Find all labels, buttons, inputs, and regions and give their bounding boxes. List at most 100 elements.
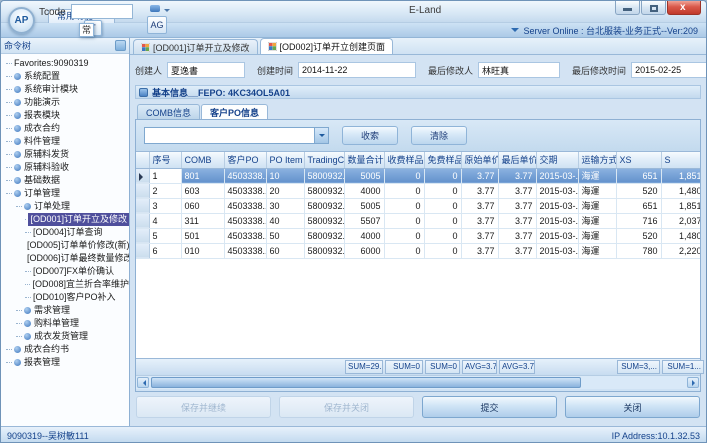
cell[interactable]: 3.77	[498, 168, 536, 183]
cell[interactable]: 2	[149, 183, 181, 198]
subtab[interactable]: 客户PO信息	[201, 104, 268, 119]
cell[interactable]: 3.77	[498, 183, 536, 198]
cell[interactable]: 3.77	[461, 243, 498, 258]
app-menu-orb-button[interactable]: AP	[8, 7, 35, 34]
horizontal-scrollbar[interactable]	[136, 375, 700, 389]
cell[interactable]: 0	[424, 183, 461, 198]
cell[interactable]: 4503338...	[224, 198, 266, 213]
tree-item[interactable]: [OD007]FX单价确认	[1, 265, 129, 278]
column-header[interactable]: 运输方式	[578, 152, 616, 168]
cell[interactable]: 5800932...	[304, 243, 344, 258]
cell[interactable]: 520	[616, 228, 661, 243]
table-row[interactable]: 18014503338...105800932...5005003.773.77…	[136, 168, 700, 183]
cell[interactable]: 0	[384, 198, 424, 213]
tree-item[interactable]: 原辅料验收	[1, 161, 129, 174]
ag-button[interactable]: AG	[147, 16, 167, 34]
cell[interactable]: 3.77	[461, 168, 498, 183]
clear-button[interactable]: 清除	[411, 126, 467, 145]
table-row[interactable]: 60104503338...605800932...6000003.773.77…	[136, 243, 700, 258]
tree-item[interactable]: 订单管理	[1, 187, 129, 200]
cell[interactable]: 4	[149, 213, 181, 228]
cell[interactable]: 6000	[344, 243, 384, 258]
cell[interactable]: 3.77	[461, 228, 498, 243]
field-input[interactable]	[631, 62, 707, 78]
cell[interactable]: 3.77	[498, 213, 536, 228]
tree-item[interactable]: 成衣合约书	[1, 343, 129, 356]
tree-item[interactable]: 功能演示	[1, 96, 129, 109]
cell[interactable]: 4503338...	[224, 183, 266, 198]
tree-item[interactable]: [OD008]宜兰折合率维护	[1, 278, 129, 291]
cell[interactable]: 10	[266, 168, 304, 183]
cell[interactable]: 6	[149, 243, 181, 258]
tree-item[interactable]: 报表管理	[1, 356, 129, 369]
cell[interactable]: 5507	[344, 213, 384, 228]
table-row[interactable]: 43114503338...405800932...5507003.773.77…	[136, 213, 700, 228]
field-input[interactable]	[298, 62, 416, 78]
cell[interactable]: 2015-03-...	[536, 213, 578, 228]
cell[interactable]: 海運	[578, 168, 616, 183]
combobox-dropdown-button[interactable]	[314, 128, 328, 143]
field-input[interactable]	[167, 62, 245, 78]
cell[interactable]: 4000	[344, 228, 384, 243]
quick-access-icon[interactable]	[150, 5, 160, 12]
cell[interactable]: 5800932...	[304, 198, 344, 213]
cell[interactable]: 0	[424, 168, 461, 183]
cell[interactable]: 311	[181, 213, 224, 228]
cell[interactable]: 1,851	[661, 168, 700, 183]
maximize-button[interactable]	[641, 1, 666, 15]
column-header[interactable]: 交期	[536, 152, 578, 168]
cell[interactable]: 5005	[344, 168, 384, 183]
cell[interactable]: 4503338...	[224, 228, 266, 243]
column-header[interactable]: XS	[616, 152, 661, 168]
scroll-left-button[interactable]	[137, 377, 149, 388]
cell[interactable]: 651	[616, 198, 661, 213]
cell[interactable]: 0	[384, 228, 424, 243]
cell[interactable]: 520	[616, 183, 661, 198]
cell[interactable]: 0	[424, 198, 461, 213]
column-header[interactable]: S	[661, 152, 700, 168]
tree-item[interactable]: [OD010]客户PO补入	[1, 291, 129, 304]
tree-item[interactable]: 订单处理	[1, 200, 129, 213]
table-row[interactable]: 55014503338...505800932...4000003.773.77…	[136, 228, 700, 243]
cell[interactable]: 0	[384, 168, 424, 183]
column-header[interactable]: 免费样品...	[424, 152, 461, 168]
tree-item[interactable]: 购料单管理	[1, 317, 129, 330]
sidebar-panel-icon[interactable]	[115, 40, 126, 51]
cell[interactable]: 0	[424, 228, 461, 243]
collapse-icon[interactable]	[139, 88, 148, 97]
cell[interactable]: 4503338...	[224, 168, 266, 183]
subtab[interactable]: COMB信息	[137, 104, 200, 119]
cell[interactable]: 603	[181, 183, 224, 198]
basic-info-bar[interactable]: 基本信息__FEPO: 4KC34OL5A01	[135, 85, 701, 99]
tree-item[interactable]: 基础数据	[1, 174, 129, 187]
cell[interactable]: 0	[384, 183, 424, 198]
document-tab[interactable]: [OD002]订单开立创建页面	[260, 38, 394, 54]
cell[interactable]: 3.77	[498, 198, 536, 213]
cell[interactable]: 5005	[344, 198, 384, 213]
cell[interactable]: 2,220	[661, 243, 700, 258]
scroll-right-button[interactable]	[687, 377, 699, 388]
cell[interactable]: 5800932...	[304, 183, 344, 198]
tree-item[interactable]: [OD001]订单开立及修改	[1, 213, 129, 226]
tree-item[interactable]: [OD004]订单查询	[1, 226, 129, 239]
cell[interactable]: 20	[266, 183, 304, 198]
cell[interactable]: 40	[266, 213, 304, 228]
close-page-button[interactable]: 关闭	[565, 396, 700, 418]
cell[interactable]: 海運	[578, 213, 616, 228]
tree-item[interactable]: 系统审计模块	[1, 83, 129, 96]
cell[interactable]: 2,037	[661, 213, 700, 228]
server-status-arrow-icon[interactable]	[511, 28, 519, 36]
cell[interactable]: 2015-03-...	[536, 168, 578, 183]
cell[interactable]: 4503338...	[224, 243, 266, 258]
cell[interactable]: 780	[616, 243, 661, 258]
cell[interactable]: 501	[181, 228, 224, 243]
cell[interactable]: 5800932...	[304, 168, 344, 183]
cell[interactable]: 海運	[578, 243, 616, 258]
search-combobox[interactable]	[144, 127, 329, 144]
scrollbar-thumb[interactable]	[151, 377, 581, 388]
cell[interactable]: 2015-03-...	[536, 183, 578, 198]
table-row[interactable]: 26034503338...205800932...4000003.773.77…	[136, 183, 700, 198]
cell[interactable]: 3.77	[461, 198, 498, 213]
cell[interactable]: 3.77	[498, 228, 536, 243]
column-header[interactable]: 客户PO	[224, 152, 266, 168]
